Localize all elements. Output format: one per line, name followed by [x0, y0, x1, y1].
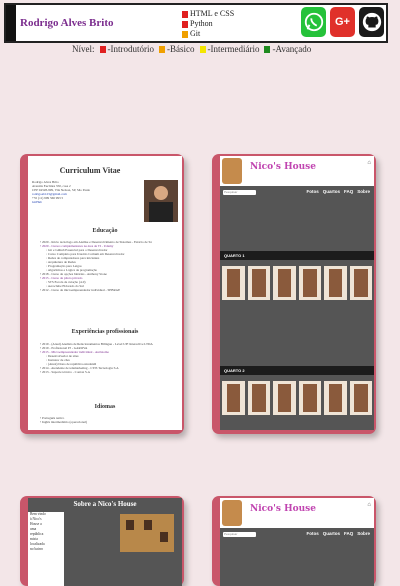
site-search-input[interactable]: Pesquisar	[223, 189, 256, 195]
skill-item: Git	[182, 29, 234, 39]
room-photo[interactable]	[222, 381, 245, 415]
owner-name: Rodrigo Alves Brito	[20, 17, 114, 29]
whatsapp-button[interactable]	[301, 7, 326, 37]
level-legend: Nível: -Introdutório -Básico -Intermediá…	[72, 44, 311, 54]
room-photo[interactable]	[324, 381, 347, 415]
site-logo: Nico's House	[250, 162, 316, 172]
site-logo: Nico's House	[250, 504, 316, 514]
room-photo[interactable]	[273, 266, 296, 300]
about-text: Bem vindo à Nico's House a uma república…	[28, 512, 64, 586]
site-nav-links: Fotos Quartos FAQ Sobre	[306, 531, 370, 536]
level-marker	[182, 10, 188, 18]
level-marker	[199, 45, 206, 53]
nav-faq[interactable]: FAQ	[344, 189, 353, 194]
site-preview: Nico's House ⌂ Pesquisar Fotos Quartos F…	[220, 156, 374, 430]
skill-item: HTML e CSS	[182, 9, 234, 19]
cv-title: Curriculum Vitae	[59, 166, 121, 175]
whatsapp-icon	[304, 12, 323, 32]
social-links: G+	[301, 7, 384, 37]
experience-heading: Experiências profissionais	[71, 329, 139, 335]
experience-list: • 2019 - (Atual) Analista de Relacioname…	[40, 342, 153, 374]
level-marker	[99, 45, 106, 53]
legend-item: -Avançado	[264, 44, 311, 54]
about-title: Sobre a Nico's House	[73, 500, 137, 508]
github-button[interactable]	[359, 7, 384, 37]
cv-project-card[interactable]: Curriculum Vitae Rodrigo Alves Brito Ave…	[20, 154, 184, 434]
room-photo[interactable]	[273, 381, 296, 415]
house-photo	[120, 514, 174, 552]
level-marker	[159, 45, 165, 53]
home-icon[interactable]: ⌂	[367, 502, 371, 508]
nav-faq[interactable]: FAQ	[344, 531, 353, 536]
site-search-input[interactable]: Pesquisar	[223, 531, 256, 537]
education-list: • 2020 - Início tecnólogo em Análise e D…	[40, 240, 152, 292]
nav-fotos[interactable]: Fotos	[306, 531, 318, 536]
legend-item: -Introdutório	[99, 44, 154, 54]
nav-fotos[interactable]: Fotos	[306, 189, 318, 194]
googleplus-button[interactable]: G+	[330, 7, 355, 37]
profile-photo	[144, 180, 178, 222]
about-preview: Sobre a Nico's House Bem vindo à Nico's …	[28, 498, 182, 586]
education-heading: Educação	[92, 228, 118, 234]
room-photo[interactable]	[349, 266, 372, 300]
cv-preview: Curriculum Vitae Rodrigo Alves Brito Ave…	[28, 156, 182, 430]
room-photo[interactable]	[298, 381, 321, 415]
site-nav: Pesquisar Fotos Quartos FAQ Sobre	[220, 188, 374, 197]
legend-item: -Básico	[159, 44, 195, 54]
room-photo[interactable]	[247, 381, 270, 415]
googleplus-icon: G+	[335, 16, 350, 28]
dog-logo	[222, 500, 242, 526]
nav-sobre[interactable]: Sobre	[357, 189, 370, 194]
legend-item: -Intermediário	[199, 44, 259, 54]
quarto2-heading: QUARTO 2	[220, 366, 374, 375]
skill-item: Python	[182, 19, 234, 29]
room-photo[interactable]	[324, 266, 347, 300]
home-icon[interactable]: ⌂	[367, 160, 371, 166]
skills-list: HTML e CSS Python Git	[182, 9, 234, 39]
github-icon	[362, 12, 381, 32]
dog-logo	[222, 158, 242, 184]
site-header: Nico's House ⌂	[220, 156, 374, 186]
languages-heading: Idiomas	[94, 404, 116, 410]
site-nav: Pesquisar Fotos Quartos FAQ Sobre	[220, 530, 374, 539]
site-nav-links: Fotos Quartos FAQ Sobre	[306, 189, 370, 194]
nicos-house-project-card[interactable]: Nico's House ⌂ Pesquisar Fotos Quartos F…	[212, 154, 376, 434]
languages-list: • Português nativo • Inglês intermediári…	[40, 416, 88, 424]
level-marker	[182, 20, 188, 28]
contact-block: Rodrigo Alves Brito Avenida Euclides 350…	[32, 180, 91, 204]
level-marker	[182, 30, 188, 38]
legend-prefix: Nível:	[72, 44, 95, 54]
about-project-card[interactable]: Sobre a Nico's House Bem vindo à Nico's …	[20, 496, 184, 586]
github-link[interactable]: GitHub	[32, 200, 90, 204]
room-photo[interactable]	[298, 266, 321, 300]
room-photo[interactable]	[222, 266, 245, 300]
quarto1-heading: QUARTO 1	[220, 251, 374, 260]
quarto1-gallery	[222, 266, 372, 300]
room-photo[interactable]	[247, 266, 270, 300]
header-bar: Rodrigo Alves Brito HTML e CSS Python Gi…	[4, 3, 388, 43]
quarto2-gallery	[222, 381, 372, 415]
nicos-house-project-card-2[interactable]: Nico's House ⌂ Pesquisar Fotos Quartos F…	[212, 496, 376, 586]
nav-quartos[interactable]: Quartos	[323, 189, 340, 194]
room-photo[interactable]	[349, 381, 372, 415]
header-left-bar	[6, 5, 16, 41]
nav-quartos[interactable]: Quartos	[323, 531, 340, 536]
level-marker	[264, 45, 271, 53]
nav-sobre[interactable]: Sobre	[357, 531, 370, 536]
site-header: Nico's House ⌂	[220, 498, 374, 528]
site-preview-2: Nico's House ⌂ Pesquisar Fotos Quartos F…	[220, 498, 374, 586]
